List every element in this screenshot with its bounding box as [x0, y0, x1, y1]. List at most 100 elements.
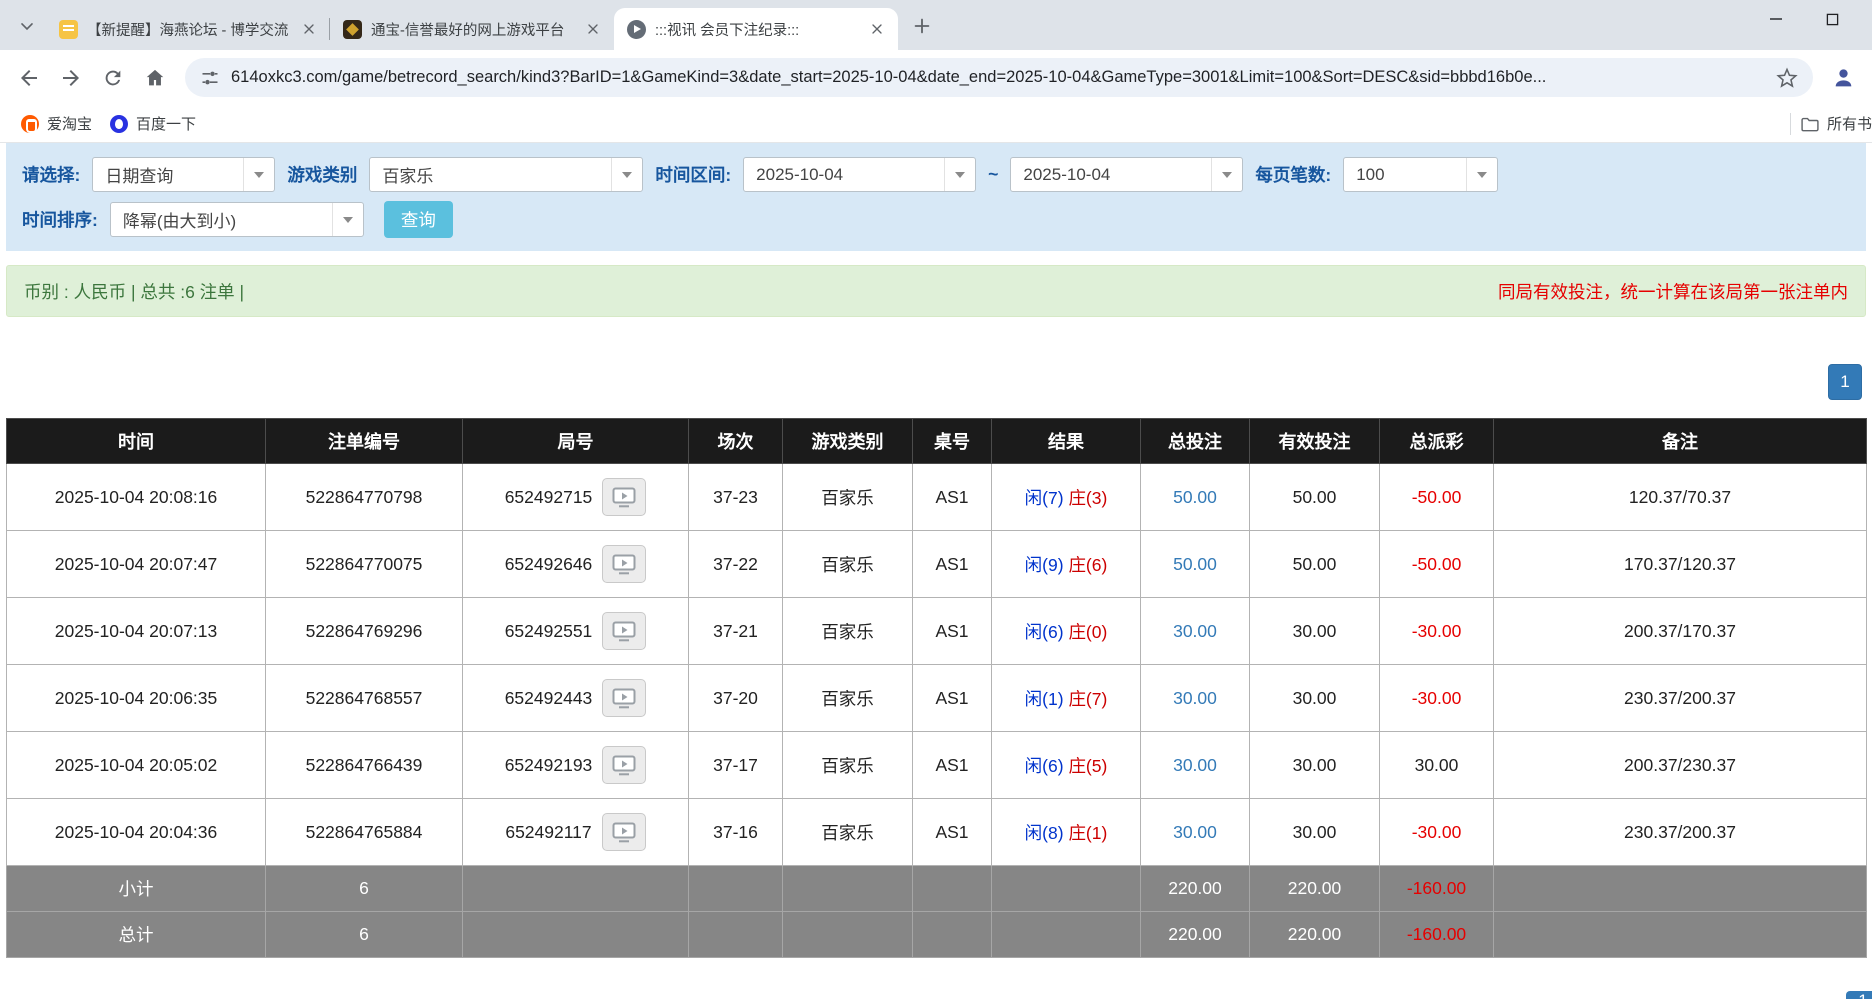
cell-time: 2025-10-04 20:08:16 — [7, 464, 266, 531]
column-header-note: 备注 — [1494, 419, 1867, 464]
bookmark-taobao[interactable]: 爱淘宝 — [12, 109, 101, 138]
replay-video-button[interactable] — [602, 545, 646, 583]
back-arrow-icon — [17, 66, 41, 90]
baidu-icon — [110, 115, 128, 133]
home-button[interactable] — [134, 57, 176, 99]
cell-total-bet[interactable]: 30.00 — [1141, 799, 1250, 866]
bookmark-baidu[interactable]: 百度一下 — [101, 109, 205, 138]
total-total-bet: 220.00 — [1141, 912, 1250, 958]
replay-video-button[interactable] — [602, 813, 646, 851]
result-player: 闲(8) — [1025, 823, 1064, 843]
cell-total-bet[interactable]: 50.00 — [1141, 464, 1250, 531]
browser-tab-tongbao[interactable]: 通宝-信誉最好的网上游戏平台 — [330, 8, 614, 50]
cell-valid-bet: 30.00 — [1250, 598, 1380, 665]
plus-icon — [911, 15, 933, 37]
new-tab-button[interactable] — [905, 9, 939, 43]
cell-total-bet[interactable]: 30.00 — [1141, 732, 1250, 799]
cell-time: 2025-10-04 20:07:13 — [7, 598, 266, 665]
cell-total-bet[interactable]: 30.00 — [1141, 665, 1250, 732]
browser-tab-forum[interactable]: 【新提醒】海燕论坛 - 博学交流 — [46, 8, 330, 50]
browser-toolbar: 614oxkc3.com/game/betrecord_search/kind3… — [0, 50, 1872, 105]
all-bookmarks-label: 所有书 — [1827, 113, 1872, 134]
date-end-value: 2025-10-04 — [1011, 165, 1211, 185]
replay-video-button[interactable] — [602, 478, 646, 516]
bet-records-table: 时间 注单编号 局号 场次 游戏类别 桌号 结果 总投注 有效投注 总派彩 备注… — [6, 418, 1867, 958]
cell-note: 120.37/70.37 — [1494, 464, 1867, 531]
cell-total-bet[interactable]: 50.00 — [1141, 531, 1250, 598]
cell-result: 闲(1) 庄(7) — [992, 665, 1141, 732]
cell-note: 230.37/200.37 — [1494, 799, 1867, 866]
url-text: 614oxkc3.com/game/betrecord_search/kind3… — [231, 68, 1765, 87]
replay-video-button[interactable] — [602, 679, 646, 717]
folder-icon — [1800, 114, 1820, 134]
bookmark-label: 爱淘宝 — [47, 113, 92, 134]
cell-bet-id: 522864765884 — [266, 799, 463, 866]
cell-game-type: 百家乐 — [783, 598, 913, 665]
replay-video-button[interactable] — [602, 746, 646, 784]
cell-result: 闲(6) 庄(5) — [992, 732, 1141, 799]
reload-icon — [102, 67, 124, 89]
cell-table-no: AS1 — [913, 799, 992, 866]
dropdown-arrow-icon — [243, 158, 274, 191]
replay-video-button[interactable] — [602, 612, 646, 650]
game-type-label: 游戏类别 — [287, 162, 357, 187]
address-bar[interactable]: 614oxkc3.com/game/betrecord_search/kind3… — [185, 58, 1813, 97]
page-button-1[interactable]: 1 — [1828, 364, 1862, 400]
subtotal-count: 6 — [266, 866, 463, 912]
profile-button[interactable] — [1822, 57, 1864, 99]
query-type-label: 请选择: — [22, 162, 80, 187]
cell-table-no: AS1 — [913, 531, 992, 598]
currency-summary-text: 币别 : 人民币 | 总共 :6 注单 | — [24, 279, 244, 304]
page-button-bottom[interactable]: 1 — [1846, 991, 1872, 999]
all-bookmarks-button[interactable]: 所有书 — [1800, 113, 1872, 134]
cell-total-bet[interactable]: 30.00 — [1141, 598, 1250, 665]
result-player: 闲(1) — [1025, 689, 1064, 709]
tab-search-button[interactable] — [10, 9, 44, 43]
sort-value: 降幂(由大到小) — [111, 207, 332, 232]
bookmark-star-icon[interactable] — [1776, 67, 1798, 89]
cell-time: 2025-10-04 20:06:35 — [7, 665, 266, 732]
result-player: 闲(6) — [1025, 622, 1064, 642]
taobao-icon — [21, 115, 39, 133]
minimize-button[interactable] — [1748, 0, 1804, 38]
forum-favicon-icon — [59, 20, 78, 39]
tab-close-icon[interactable] — [581, 18, 604, 41]
chevron-down-icon — [17, 16, 37, 36]
cell-table-no: AS1 — [913, 598, 992, 665]
maximize-button[interactable] — [1804, 0, 1860, 38]
search-button[interactable]: 查询 — [384, 201, 453, 238]
cell-bet-id: 522864770075 — [266, 531, 463, 598]
page-size-select[interactable]: 100 — [1343, 157, 1498, 192]
cell-session: 37-23 — [689, 464, 783, 531]
cell-note: 200.37/170.37 — [1494, 598, 1867, 665]
tab-title: :::视讯 会员下注纪录::: — [655, 19, 856, 40]
result-banker: 庄(0) — [1068, 622, 1107, 642]
bet-record-page: 请选择: 日期查询 游戏类别 百家乐 时间区间: 2025-10-04 ~ 20… — [0, 143, 1872, 958]
bet-table-row: 2025-10-04 20:08:16522864770798652492715… — [7, 464, 1867, 531]
cell-valid-bet: 30.00 — [1250, 665, 1380, 732]
game-type-select[interactable]: 百家乐 — [369, 157, 643, 192]
cell-result: 闲(9) 庄(6) — [992, 531, 1141, 598]
minimize-icon — [1769, 12, 1783, 26]
back-button[interactable] — [8, 57, 50, 99]
browser-tab-bet-records[interactable]: :::视讯 会员下注纪录::: — [614, 8, 898, 50]
forward-button[interactable] — [50, 57, 92, 99]
date-end-select[interactable]: 2025-10-04 — [1010, 157, 1243, 192]
sort-select[interactable]: 降幂(由大到小) — [110, 202, 364, 237]
cell-session: 37-17 — [689, 732, 783, 799]
column-header-total-bet: 总投注 — [1141, 419, 1250, 464]
result-banker: 庄(6) — [1068, 555, 1107, 575]
bet-table-row: 2025-10-04 20:06:35522864768557652492443… — [7, 665, 1867, 732]
query-type-select[interactable]: 日期查询 — [92, 157, 275, 192]
cell-round-id: 652492646 — [463, 531, 689, 598]
cell-result: 闲(8) 庄(1) — [992, 799, 1141, 866]
cell-note: 170.37/120.37 — [1494, 531, 1867, 598]
date-start-select[interactable]: 2025-10-04 — [743, 157, 976, 192]
tongbao-favicon-icon — [343, 20, 362, 39]
cell-time: 2025-10-04 20:07:47 — [7, 531, 266, 598]
tab-title: 通宝-信誉最好的网上游戏平台 — [371, 19, 572, 40]
reload-button[interactable] — [92, 57, 134, 99]
tab-close-icon[interactable] — [865, 18, 888, 41]
result-banker: 庄(3) — [1068, 488, 1107, 508]
tab-close-icon[interactable] — [297, 18, 320, 41]
